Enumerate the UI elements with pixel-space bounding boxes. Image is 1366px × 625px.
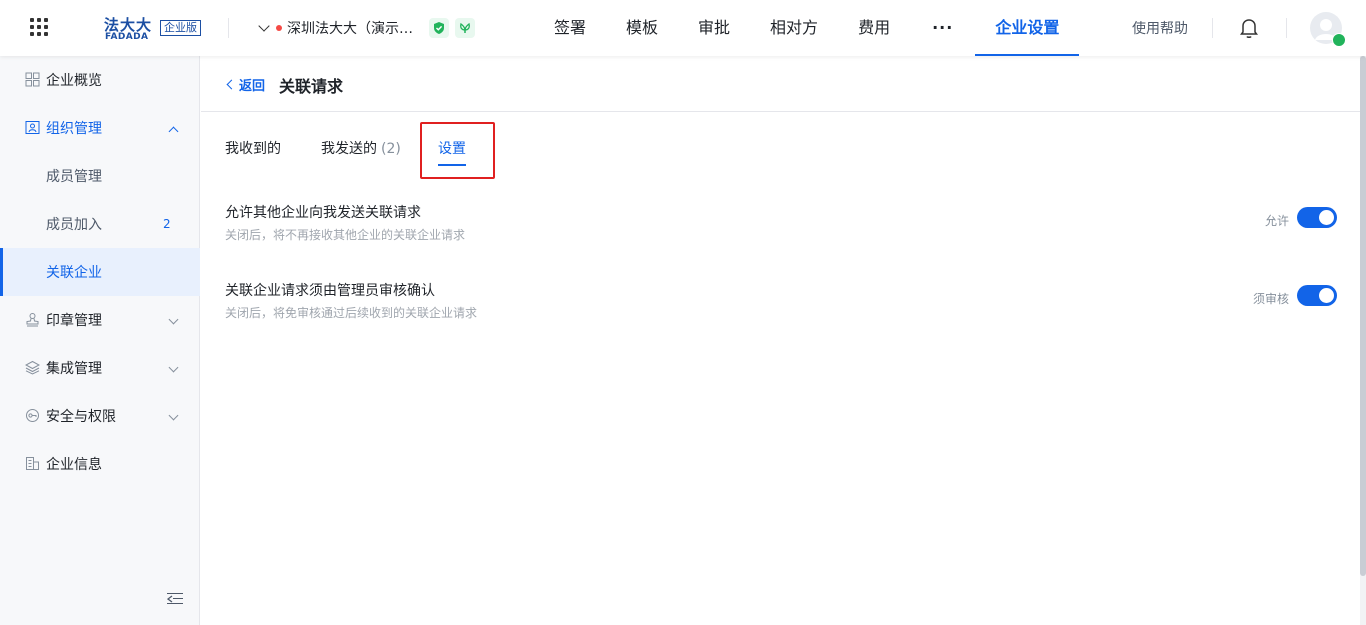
overview-icon xyxy=(25,72,40,87)
sidebar-item-company-info[interactable]: 企业信息 xyxy=(0,440,200,488)
sidebar-item-members[interactable]: 成员管理 xyxy=(0,152,200,200)
layers-icon xyxy=(25,360,40,375)
chevron-down-icon xyxy=(168,362,179,373)
tab-sent[interactable]: 我发送的 (2) xyxy=(321,138,401,158)
sidebar-item-label: 企业概览 xyxy=(46,73,102,89)
sidebar-item-label: 安全与权限 xyxy=(46,409,116,425)
sidebar-item-label: 关联企业 xyxy=(46,265,102,281)
setting-description: 关闭后，将不再接收其他企业的关联企业请求 xyxy=(225,228,466,242)
nav-more[interactable]: ··· xyxy=(910,0,975,56)
divider xyxy=(1286,18,1287,38)
building-icon xyxy=(26,457,39,470)
nav-sign[interactable]: 签署 xyxy=(534,0,606,56)
chevron-down-icon xyxy=(168,314,179,325)
sidebar-item-integration[interactable]: 集成管理 xyxy=(0,344,200,392)
leaf-icon xyxy=(455,18,475,38)
sidebar-item-org[interactable]: 组织管理 xyxy=(0,104,200,152)
collapse-sidebar-icon[interactable] xyxy=(167,592,183,606)
key-icon xyxy=(26,409,39,422)
toggle-knob xyxy=(1319,288,1334,303)
top-bar: 法大大 FADADA 企业版 深圳法大大（演示… 签署 模板 审批 相对方 费用… xyxy=(0,0,1366,56)
main-nav: 签署 模板 审批 相对方 费用 ··· 企业设置 xyxy=(534,0,1080,56)
nav-fees[interactable]: 费用 xyxy=(838,0,910,56)
org-switcher[interactable]: 深圳法大大（演示… xyxy=(256,16,475,40)
chevron-down-icon xyxy=(168,410,179,421)
sidebar-item-label: 成员管理 xyxy=(46,169,102,185)
shield-check-icon xyxy=(429,18,449,38)
org-name: 深圳法大大（演示… xyxy=(287,21,413,37)
setting-description: 关闭后，将免审核通过后续收到的关联企业请求 xyxy=(225,306,478,320)
user-avatar[interactable] xyxy=(1310,12,1346,47)
app-grid-icon[interactable] xyxy=(30,18,50,38)
chevron-down-icon xyxy=(258,20,270,32)
setting-state-label: 须审核 xyxy=(1252,292,1289,306)
bell-icon[interactable] xyxy=(1238,16,1260,40)
sidebar-item-seal[interactable]: 印章管理 xyxy=(0,296,200,344)
page-header: 返回 关联请求 xyxy=(201,56,1360,112)
divider xyxy=(228,18,229,38)
chevron-left-icon xyxy=(226,79,237,90)
nav-counterparty[interactable]: 相对方 xyxy=(750,0,838,56)
sidebar-item-label: 企业信息 xyxy=(46,457,102,473)
setting-state-label: 允许 xyxy=(1264,214,1289,228)
status-dot xyxy=(276,25,282,31)
tab-count: (2) xyxy=(381,141,401,157)
sidebar-item-label: 组织管理 xyxy=(46,121,102,137)
divider xyxy=(1212,18,1213,38)
org-icon xyxy=(25,121,40,134)
logo-subtext: FADADA xyxy=(105,32,149,42)
back-label: 返回 xyxy=(239,79,266,94)
sidebar-item-label: 成员加入 xyxy=(46,217,102,233)
scrollbar[interactable] xyxy=(1360,56,1366,625)
admin-review-toggle[interactable] xyxy=(1297,285,1337,306)
tab-label: 我收到的 xyxy=(225,141,281,157)
back-link[interactable]: 返回 xyxy=(226,75,266,94)
nav-enterprise-settings[interactable]: 企业设置 xyxy=(975,0,1080,56)
sidebar-item-linked-companies[interactable]: 关联企业 xyxy=(0,248,200,296)
page-title: 关联请求 xyxy=(279,77,344,96)
setting-allow-requests: 允许其他企业向我发送关联请求 关闭后，将不再接收其他企业的关联企业请求 允许 xyxy=(225,202,1337,246)
sidebar-item-label: 印章管理 xyxy=(46,313,102,329)
sidebar-item-label: 集成管理 xyxy=(46,361,102,377)
scrollbar-thumb[interactable] xyxy=(1360,56,1366,576)
setting-admin-review: 关联企业请求须由管理员审核确认 关闭后，将免审核通过后续收到的关联企业请求 须审… xyxy=(225,280,1337,324)
highlight-annotation-box xyxy=(420,122,495,179)
setting-title: 允许其他企业向我发送关联请求 xyxy=(225,205,421,221)
allow-requests-toggle[interactable] xyxy=(1297,207,1337,228)
sidebar-item-overview[interactable]: 企业概览 xyxy=(0,56,200,104)
sidebar-item-security[interactable]: 安全与权限 xyxy=(0,392,200,440)
count-badge: 2 xyxy=(163,217,171,231)
tab-label: 我发送的 xyxy=(321,141,377,157)
verified-check-icon xyxy=(1332,33,1346,47)
help-link[interactable]: 使用帮助 xyxy=(1132,18,1188,38)
nav-template[interactable]: 模板 xyxy=(606,0,678,56)
tab-received[interactable]: 我收到的 xyxy=(225,138,281,158)
setting-title: 关联企业请求须由管理员审核确认 xyxy=(225,283,435,299)
seal-icon xyxy=(26,313,39,327)
sidebar-item-member-join[interactable]: 成员加入 2 xyxy=(0,200,200,248)
main-content: 返回 关联请求 我收到的 我发送的 (2) 设置 允许其他企业向我发送关联请求 关… xyxy=(201,56,1360,625)
chevron-up-icon xyxy=(168,126,179,137)
toggle-knob xyxy=(1319,210,1334,225)
sidebar: 企业概览 组织管理 成员管理 成员加入 2 关联企业 印章管理 集成管理 安全与… xyxy=(0,56,200,625)
edition-badge: 企业版 xyxy=(160,20,201,36)
nav-approval[interactable]: 审批 xyxy=(678,0,750,56)
